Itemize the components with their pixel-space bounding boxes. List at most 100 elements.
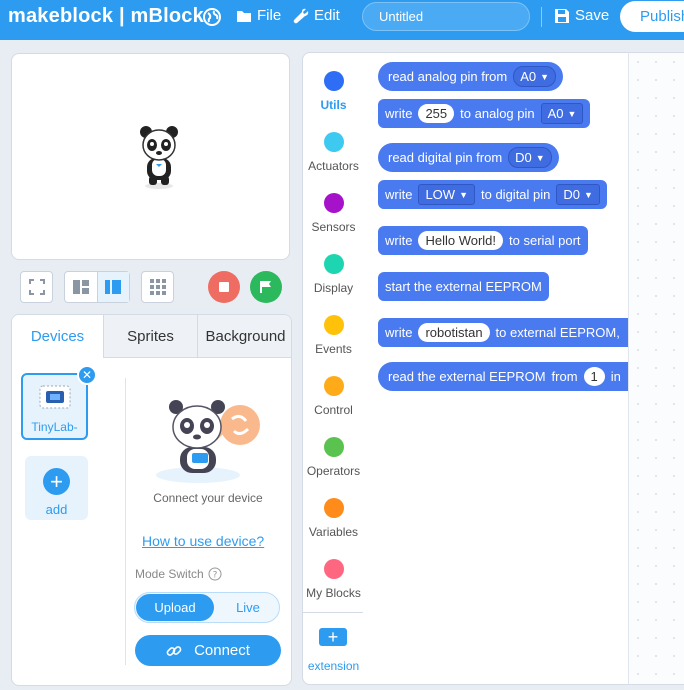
eeprom-text-input[interactable]: robotistan (418, 323, 490, 342)
fullscreen-button[interactable] (20, 271, 53, 303)
category-dot (323, 132, 344, 152)
category-dot (323, 315, 344, 335)
add-label: add (45, 502, 68, 517)
block-write-analog-pin[interactable]: write 255 to analog pin A0 ▼ (378, 99, 591, 128)
category-label: Sensors (311, 220, 356, 234)
analog-value-input[interactable]: 255 (418, 104, 455, 123)
extension-divider (303, 612, 364, 613)
block-write-digital-pin[interactable]: write LOW ▼ to digital pin D0 ▼ (378, 180, 607, 209)
category-label: Operators (306, 464, 361, 478)
category-events[interactable]: Events (303, 311, 364, 371)
block-write-eeprom[interactable]: write robotistan to external EEPROM, (378, 318, 628, 347)
dropdown-arrow-icon: ▼ (584, 189, 593, 200)
mode-upload-option[interactable]: Upload (136, 594, 214, 621)
dropdown-value: LOW (425, 187, 456, 202)
flag-icon (260, 281, 271, 293)
save-label: Save (575, 7, 610, 24)
topbar-divider (541, 7, 542, 27)
dropdown-arrow-icon: ▼ (459, 189, 468, 200)
file-menu[interactable]: File (236, 7, 281, 24)
category-dot (323, 559, 344, 579)
green-flag-button[interactable] (250, 271, 282, 303)
block-text: to serial port (509, 233, 581, 248)
eeprom-address-input[interactable]: 1 (583, 367, 605, 386)
category-utils[interactable]: Utils (303, 67, 364, 127)
mode-live-option[interactable]: Live (223, 594, 273, 621)
block-text: write (385, 233, 413, 248)
block-text: from (551, 369, 578, 384)
category-display[interactable]: Display (303, 250, 364, 310)
add-device-button[interactable]: + add (25, 456, 88, 520)
language-globe-icon[interactable] (202, 7, 222, 27)
category-dot (323, 437, 344, 457)
mode-switch-text: Mode Switch (135, 567, 204, 581)
category-dot (323, 498, 344, 518)
category-actuators[interactable]: Actuators (303, 128, 364, 188)
category-label: Events (315, 342, 352, 356)
category-label: My Blocks (306, 586, 361, 600)
tab-background[interactable]: Background (198, 315, 291, 358)
block-palette: read analog pin from A0 ▼ write 255 to an… (363, 52, 628, 685)
category-label: Variables (308, 525, 359, 539)
dropdown-value: A0 (547, 106, 564, 121)
large-stage-button[interactable] (97, 272, 129, 302)
remove-device-button[interactable]: ✕ (77, 365, 97, 385)
extension-plus-icon[interactable]: + (319, 628, 347, 646)
block-category-list: Utils Actuators Sensors Display Events C… (302, 52, 364, 685)
connect-button[interactable]: Connect (135, 635, 281, 666)
analog-pin-dropdown[interactable]: A0 ▼ (540, 103, 584, 124)
block-write-serial[interactable]: write Hello World! to serial port (378, 226, 588, 255)
fullscreen-icon (28, 279, 45, 295)
panel-divider (125, 378, 126, 665)
block-read-eeprom[interactable]: read the external EEPROM from 1 in (378, 362, 628, 391)
block-text: to analog pin (460, 106, 535, 121)
block-read-digital-pin[interactable]: read digital pin from D0 ▼ (378, 143, 559, 172)
digital-pin-dropdown[interactable]: D0 ▼ (508, 147, 552, 168)
category-label: Actuators (308, 159, 359, 173)
link-icon (166, 645, 182, 656)
analog-pin-dropdown[interactable]: A0 ▼ (513, 66, 557, 87)
tab-sprites[interactable]: Sprites (104, 315, 198, 358)
save-button[interactable]: Save (554, 7, 609, 24)
script-workspace[interactable] (628, 52, 684, 685)
dropdown-value: A0 (520, 69, 537, 84)
category-label: Control (314, 403, 353, 417)
block-read-analog-pin[interactable]: read analog pin from A0 ▼ (378, 62, 564, 91)
category-variables[interactable]: Variables (303, 494, 364, 554)
stop-button[interactable] (208, 271, 240, 303)
stop-icon (219, 282, 229, 292)
category-control[interactable]: Control (303, 372, 364, 432)
mode-toggle[interactable]: Upload Live (134, 592, 280, 623)
dropdown-arrow-icon: ▼ (535, 152, 545, 163)
panel-tabs: Devices Sprites Background (12, 315, 291, 358)
how-to-use-device-link[interactable]: How to use device? (142, 533, 264, 549)
extension-button[interactable]: extension (303, 659, 364, 673)
stage[interactable] (11, 53, 290, 260)
category-operators[interactable]: Operators (303, 433, 364, 493)
help-icon[interactable]: ? (208, 567, 222, 581)
panda-sprite[interactable] (137, 126, 181, 190)
digital-pin-dropdown[interactable]: D0 ▼ (556, 184, 600, 205)
folder-icon (237, 10, 251, 22)
edit-menu[interactable]: Edit (293, 7, 340, 24)
block-start-eeprom[interactable]: start the external EEPROM (378, 272, 549, 301)
device-card-tinylab[interactable]: TinyLab- (21, 373, 88, 440)
panda-connect-illustration (156, 400, 260, 483)
block-text: write (385, 187, 413, 202)
tab-devices[interactable]: Devices (12, 315, 104, 358)
serial-text-input[interactable]: Hello World! (418, 231, 504, 250)
devices-panel: Devices Sprites Background TinyLab- ✕ + … (11, 314, 292, 686)
category-sensors[interactable]: Sensors (303, 189, 364, 249)
block-text: to digital pin (481, 187, 551, 202)
large-stage-icon (105, 280, 122, 294)
project-title-input[interactable]: Untitled (362, 2, 530, 31)
small-stage-button[interactable] (65, 272, 98, 302)
category-my-blocks[interactable]: My Blocks (303, 555, 364, 615)
close-icon: ✕ (81, 368, 93, 382)
category-label: Utils (320, 98, 347, 112)
layout-toggle[interactable] (64, 271, 130, 303)
grid-view-button[interactable] (141, 271, 174, 303)
publish-button[interactable]: Publish (620, 1, 684, 32)
level-dropdown[interactable]: LOW ▼ (418, 184, 475, 205)
dropdown-arrow-icon: ▼ (540, 71, 550, 82)
